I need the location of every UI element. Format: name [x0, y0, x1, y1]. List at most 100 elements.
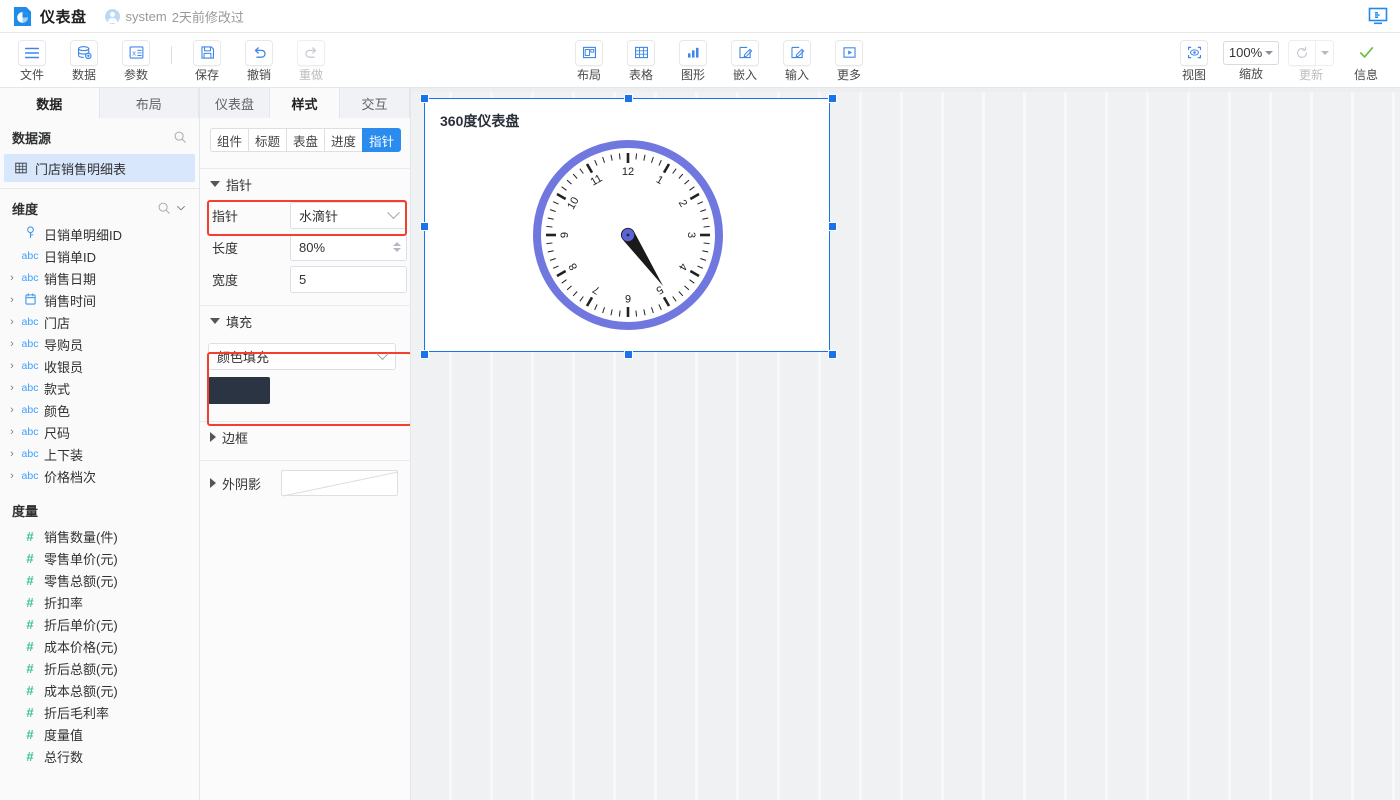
chevron-right-icon[interactable]: › [6, 448, 18, 460]
toolbar-button-info[interactable]: 信息 [1340, 40, 1392, 81]
measure-item[interactable]: #销售数量(件) [0, 525, 199, 547]
toolbar-divider [171, 46, 172, 64]
subtab-label: 表盘 [293, 131, 318, 150]
dimension-item[interactable]: ›abc尺码 [0, 421, 199, 443]
dimension-item[interactable]: ›abc颜色 [0, 399, 199, 421]
tab-dashboard[interactable]: 仪表盘 [200, 88, 270, 118]
needle-group-header[interactable]: 指针 [200, 169, 410, 199]
toolbar-button-more[interactable]: 更多 [823, 40, 875, 81]
tab-layout[interactable]: 布局 [100, 88, 200, 118]
refresh-dropdown-toggle[interactable] [1316, 40, 1334, 66]
toolbar-button-chart[interactable]: 图形 [667, 40, 719, 81]
resize-handle-middle-right[interactable] [828, 222, 837, 231]
dimension-item[interactable]: ›abc销售日期 [0, 267, 199, 289]
tab-data[interactable]: 数据 [0, 88, 100, 118]
measure-item[interactable]: #折后单价(元) [0, 613, 199, 635]
needle-width-input[interactable]: 5 [290, 266, 407, 293]
shadow-preview[interactable] [281, 470, 398, 496]
toolbar-button-table[interactable]: 表格 [615, 40, 667, 81]
gauge-tick-label: 6 [625, 292, 631, 304]
fill-group-header[interactable]: 填充 [200, 306, 410, 336]
dimension-item[interactable]: 日销单明细ID [0, 223, 199, 245]
gauge-minor-tick [673, 169, 677, 174]
dimension-item[interactable]: ›abc款式 [0, 377, 199, 399]
toolbar-button-refresh[interactable]: 更新 [1282, 40, 1340, 81]
toolbar-button-save[interactable]: 保存 [181, 40, 233, 81]
chevron-right-icon[interactable]: › [6, 338, 18, 350]
toolbar-button-embed[interactable]: 嵌入 [719, 40, 771, 81]
chevron-right-icon[interactable]: › [6, 470, 18, 482]
search-icon[interactable] [157, 201, 171, 215]
subtab-component[interactable]: 组件 [210, 128, 248, 152]
gauge-minor-tick [636, 153, 637, 159]
measure-item[interactable]: #零售单价(元) [0, 547, 199, 569]
dimension-item[interactable]: abc日销单ID [0, 245, 199, 267]
fill-highlight [207, 352, 411, 426]
chevron-down-icon[interactable] [175, 202, 187, 214]
toolbar-button-view[interactable]: 视图 [1168, 40, 1220, 81]
chevron-right-icon[interactable]: › [6, 294, 18, 306]
measure-item[interactable]: #度量值 [0, 723, 199, 745]
border-group-header[interactable]: 边框 [200, 422, 410, 452]
design-canvas[interactable]: 360度仪表盘 121234567891011 [411, 88, 1400, 800]
measure-item[interactable]: #折后总额(元) [0, 657, 199, 679]
gauge-major-tick [690, 194, 699, 199]
chevron-right-icon[interactable]: › [6, 272, 18, 284]
refresh-split-button[interactable] [1288, 40, 1334, 66]
tab-style[interactable]: 样式 [270, 88, 340, 118]
field-type-text-icon: abc [18, 448, 42, 460]
resize-handle-middle-left[interactable] [420, 222, 429, 231]
gauge-major-tick [557, 194, 566, 199]
subtab-progress[interactable]: 进度 [324, 128, 362, 152]
toolbar-button-undo[interactable]: 撤销 [233, 40, 285, 81]
needle-length-input[interactable]: 80% [290, 234, 407, 261]
toolbar-zoom-control[interactable]: 100% 缩放 [1220, 41, 1282, 80]
measure-item[interactable]: #总行数 [0, 745, 199, 767]
measure-item[interactable]: #零售总额(元) [0, 569, 199, 591]
chevron-right-icon[interactable]: › [6, 360, 18, 372]
spinner-arrows-icon[interactable] [393, 242, 401, 252]
toolbar-label: 缩放 [1239, 68, 1263, 80]
toolbar-button-redo[interactable]: 重做 [285, 40, 337, 81]
dimension-item[interactable]: ›abc上下装 [0, 443, 199, 465]
search-icon[interactable] [173, 130, 187, 144]
field-type-text-icon: abc [18, 404, 42, 416]
resize-handle-bottom-right[interactable] [828, 350, 837, 359]
resize-handle-bottom-center[interactable] [624, 350, 633, 359]
chevron-right-icon[interactable]: › [6, 404, 18, 416]
dimension-item[interactable]: ›abc收银员 [0, 355, 199, 377]
toolbar-button-layout[interactable]: 布局 [563, 40, 615, 81]
needle-type-highlight [207, 200, 407, 236]
zoom-select[interactable]: 100% [1223, 41, 1279, 65]
subtab-title[interactable]: 标题 [248, 128, 286, 152]
chevron-right-icon[interactable]: › [6, 316, 18, 328]
toolbar-button-parameter[interactable]: x 参数 [110, 40, 162, 81]
measure-item[interactable]: #成本总额(元) [0, 679, 199, 701]
shadow-group-header[interactable]: 外阴影 [200, 461, 410, 505]
toolbar-button-input[interactable]: 输入 [771, 40, 823, 81]
dimension-item[interactable]: ›abc价格档次 [0, 465, 199, 487]
resize-handle-top-center[interactable] [624, 94, 633, 103]
measure-item[interactable]: #折扣率 [0, 591, 199, 613]
toolbar-button-data[interactable]: 数据 [58, 40, 110, 81]
datasource-item-store-sales[interactable]: 门店销售明细表 [4, 154, 195, 182]
subtab-dial[interactable]: 表盘 [286, 128, 324, 152]
dimension-item[interactable]: ›销售时间 [0, 289, 199, 311]
resize-handle-top-right[interactable] [828, 94, 837, 103]
layout-icon [575, 40, 603, 66]
toolbar-label: 表格 [629, 69, 653, 81]
resize-handle-top-left[interactable] [420, 94, 429, 103]
resize-handle-bottom-left[interactable] [420, 350, 429, 359]
tab-interaction[interactable]: 交互 [340, 88, 410, 118]
subtab-needle[interactable]: 指针 [362, 128, 401, 152]
dimension-item[interactable]: ›abc导购员 [0, 333, 199, 355]
chevron-right-icon[interactable]: › [6, 382, 18, 394]
present-mode-icon[interactable] [1364, 4, 1392, 28]
toolbar-button-file[interactable]: 文件 [6, 40, 58, 81]
dimension-item[interactable]: ›abc门店 [0, 311, 199, 333]
chevron-right-icon[interactable]: › [6, 426, 18, 438]
gauge-minor-tick [567, 286, 571, 290]
measure-item[interactable]: #成本价格(元) [0, 635, 199, 657]
gauge-widget[interactable]: 360度仪表盘 121234567891011 [424, 98, 830, 352]
measure-item[interactable]: #折后毛利率 [0, 701, 199, 723]
